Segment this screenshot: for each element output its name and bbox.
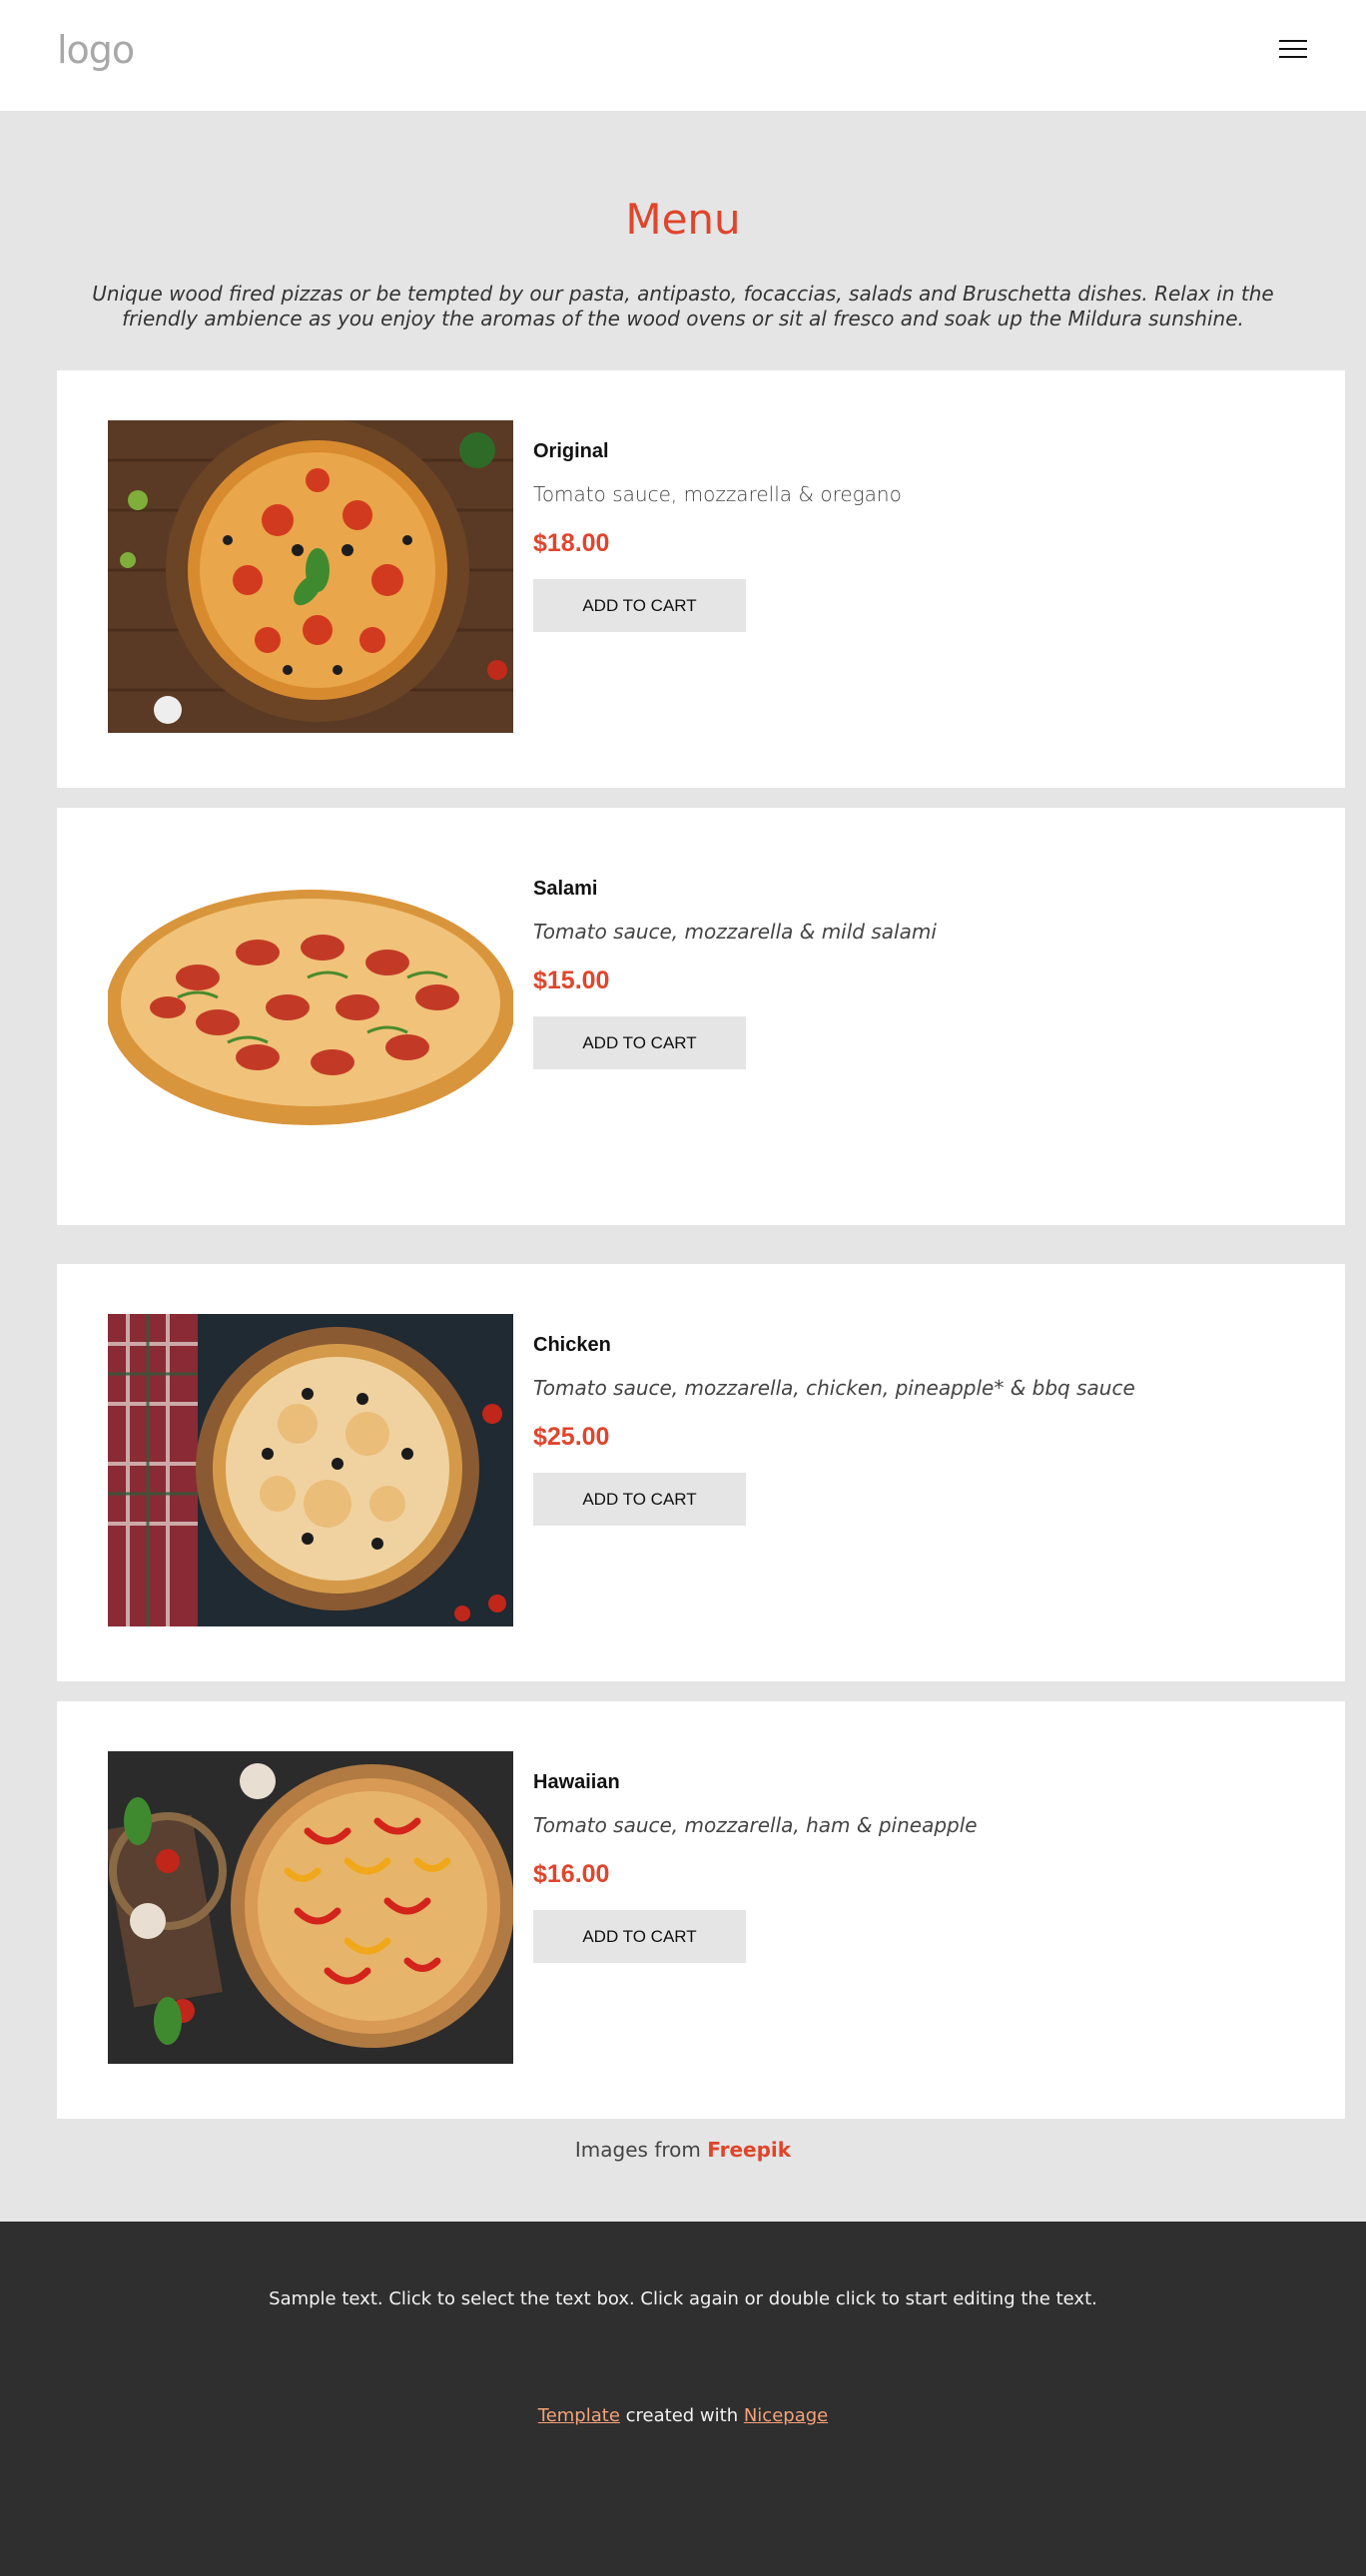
freepik-link[interactable]: Freepik <box>707 2138 791 2162</box>
item-price: $18.00 <box>533 529 610 557</box>
item-price: $25.00 <box>533 1423 610 1451</box>
item-description: Tomato sauce, mozzarella, ham & pineappl… <box>533 1813 978 1837</box>
add-to-cart-button[interactable]: ADD TO CART <box>533 1016 746 1069</box>
menu-item-details: Chicken Tomato sauce, mozzarella, chicke… <box>533 1332 1292 1526</box>
add-to-cart-button[interactable]: ADD TO CART <box>533 1910 746 1963</box>
item-description: Tomato sauce, mozzarella & oregano <box>533 482 902 506</box>
pizza-chicken-image <box>108 1314 513 1626</box>
footer-credit-middle: created with <box>619 2405 744 2426</box>
menu-item-card-salami: Salami Tomato sauce, mozzarella & mild s… <box>57 808 1345 1225</box>
footer-sample-text: Sample text. Click to select the text bo… <box>269 2288 1097 2309</box>
menu-item-details: Hawaiian Tomato sauce, mozzarella, ham &… <box>533 1769 1292 1963</box>
footer-credit: Template created with Nicepage <box>0 2405 1366 2426</box>
item-name: Hawaiian <box>533 1771 620 1793</box>
site-footer: Sample text. Click to select the text bo… <box>0 2222 1366 2576</box>
add-to-cart-button[interactable]: ADD TO CART <box>533 1473 746 1526</box>
template-link[interactable]: Template <box>538 2405 620 2426</box>
logo[interactable]: logo <box>57 28 135 72</box>
hamburger-menu-icon[interactable] <box>1279 40 1307 60</box>
hamburger-line <box>1279 56 1307 58</box>
hamburger-line <box>1279 40 1307 42</box>
menu-item-card-chicken: Chicken Tomato sauce, mozzarella, chicke… <box>57 1264 1345 1681</box>
page-title: Menu <box>625 195 741 244</box>
image-credit: Images from Freepik <box>0 2138 1366 2162</box>
nicepage-link[interactable]: Nicepage <box>744 2405 828 2426</box>
hamburger-line <box>1279 48 1307 50</box>
item-description: Tomato sauce, mozzarella & mild salami <box>533 920 937 944</box>
item-price: $16.00 <box>533 1860 610 1888</box>
item-name: Chicken <box>533 1334 611 1356</box>
pizza-hawaiian-image <box>108 1751 513 2064</box>
menu-item-details: Salami Tomato sauce, mozzarella & mild s… <box>533 876 1292 1069</box>
menu-item-card-original: Original Tomato sauce, mozzarella & oreg… <box>57 370 1345 788</box>
site-header: logo <box>0 0 1366 111</box>
item-name: Original <box>533 440 609 462</box>
add-to-cart-button[interactable]: ADD TO CART <box>533 579 746 632</box>
pizza-salami-image <box>108 858 513 1170</box>
item-price: $15.00 <box>533 966 610 994</box>
image-credit-prefix: Images from <box>574 2138 708 2162</box>
menu-intro: Unique wood fired pizzas or be tempted b… <box>92 282 1274 330</box>
menu-item-details: Original Tomato sauce, mozzarella & oreg… <box>533 438 1292 632</box>
pizza-original-image <box>108 420 513 733</box>
item-description: Tomato sauce, mozzarella, chicken, pinea… <box>533 1376 1135 1400</box>
menu-item-card-hawaiian: Hawaiian Tomato sauce, mozzarella, ham &… <box>57 1701 1345 2119</box>
item-name: Salami <box>533 878 598 900</box>
